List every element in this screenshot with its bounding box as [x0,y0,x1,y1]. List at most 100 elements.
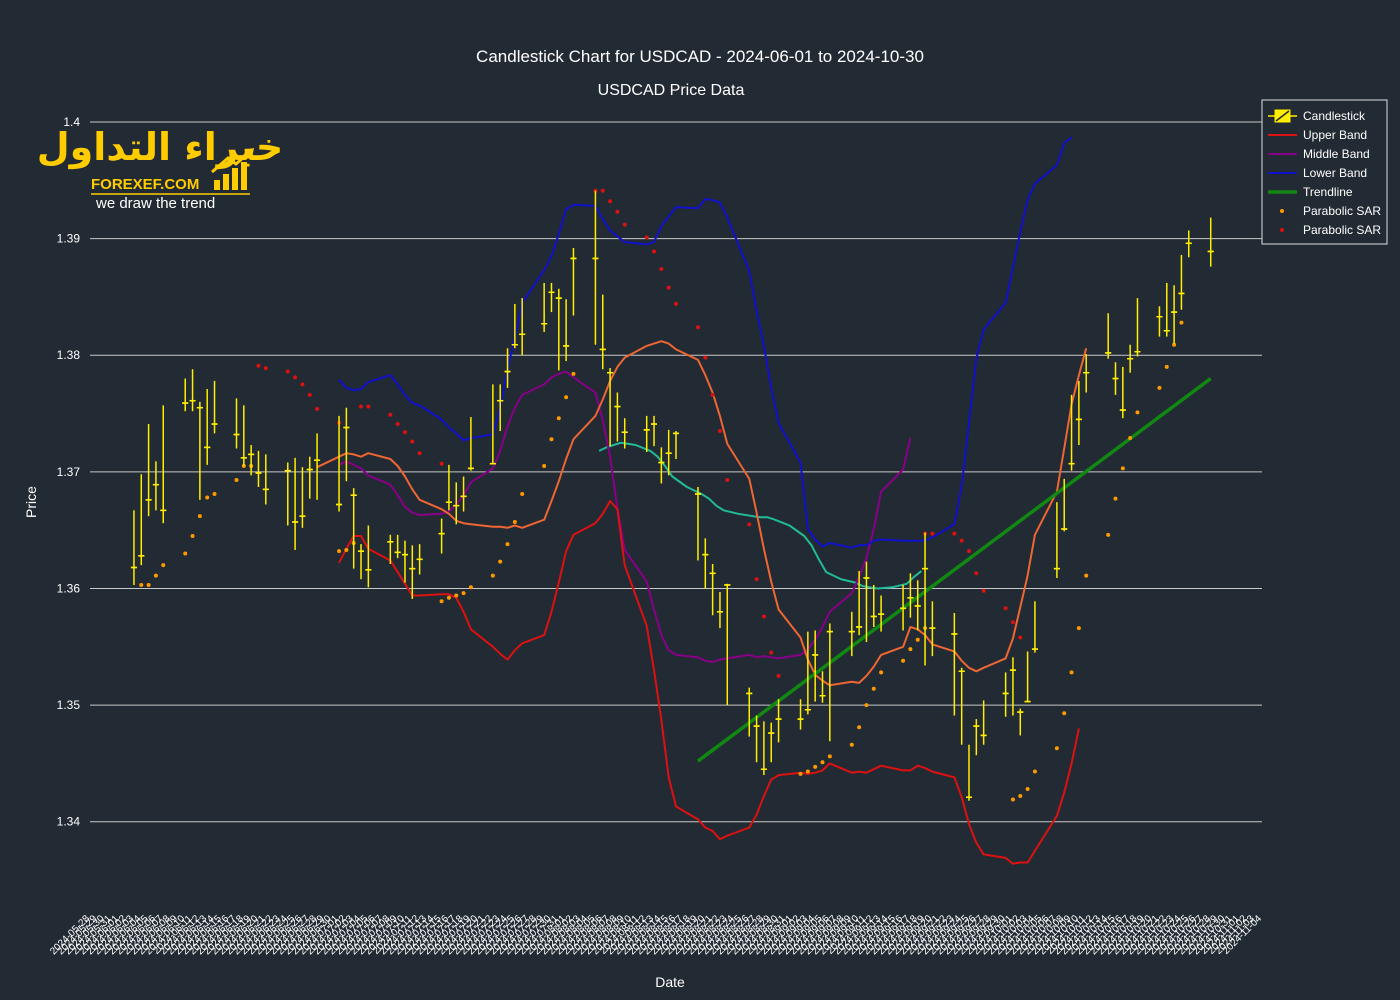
sar-above-dot [600,188,605,193]
sar-below-dot [1128,436,1133,441]
sar-above-dot [981,588,986,593]
candle [255,450,262,488]
y-tick-label: 1.37 [57,465,81,479]
candle [797,699,804,730]
candle [1024,651,1031,703]
sar-above-dot [388,412,393,417]
candle [1134,298,1141,357]
y-tick-label: 1.39 [57,232,81,246]
candle [1083,354,1090,393]
candle [900,584,907,631]
sar-below-dot [1018,794,1023,799]
sar-above-dot [1003,606,1008,611]
sar-below-dot [205,495,210,500]
sar-below-dot [1084,573,1089,578]
candle [702,538,709,589]
candle [1009,657,1016,716]
upper-band-line [338,500,1080,865]
chart-title: Candlestick Chart for USDCAD - 2024-06-0… [476,47,924,66]
candle [1017,708,1024,736]
sar-above-dot [747,522,752,527]
sar-above-dot [695,325,700,330]
sar-below-dot [915,637,920,642]
candle [1112,362,1119,395]
legend-label: Lower Band [1303,166,1367,180]
sar-below-dot [212,492,217,497]
candle [980,700,987,745]
candle [401,540,408,583]
sar-above-dot [703,355,708,360]
sar-below-dot [549,437,554,442]
candle [248,445,255,476]
sar-below-dot [1135,410,1140,415]
candle [958,667,965,745]
sar-above-dot [608,199,613,204]
sar-below-dot [139,582,144,587]
sar-below-dot [571,371,576,376]
sar-below-dot [197,514,202,519]
sar-above-dot [717,429,722,434]
sar-above-legend-swatch [1280,228,1284,232]
sar-above-dot [410,439,415,444]
logo-bar [223,174,229,190]
candle [753,715,760,763]
sar-below-dot [556,416,561,421]
sar-below-dot [161,563,166,568]
candle [563,299,570,362]
y-axis-label: Price [23,486,39,518]
logo-bar [214,180,220,190]
candle [1163,282,1170,337]
candle [182,378,189,412]
sar-below-dot [439,599,444,604]
sar-above-dot [710,392,715,397]
candle [804,631,811,715]
sar-below-dot [798,771,803,776]
candle [519,298,526,356]
candle [570,247,577,316]
candle [951,612,958,716]
sar-below-dot [461,591,466,596]
legend-label: Upper Band [1303,128,1367,142]
sar-layer [139,188,1184,802]
candle [152,461,159,511]
sar-above-dot [659,266,664,271]
logo-slogan-text: we draw the trend [95,195,215,212]
candle [548,282,555,313]
y-tick-label: 1.34 [57,815,81,829]
sar-below-dot [1076,626,1081,631]
candle [643,415,650,453]
sar-above-dot [769,650,774,655]
sar-below-dot [1120,466,1125,471]
sar-below-dot [498,559,503,564]
candle [358,544,365,580]
sar-above-dot [622,222,627,227]
sar-above-dot [417,451,422,456]
ema-orange-line [316,340,1088,687]
legend-label: Trendline [1303,185,1353,199]
candle [343,407,350,482]
sar-above-dot [285,369,290,374]
candle [438,518,445,554]
candle [299,467,306,528]
sar-above-dot [930,531,935,536]
legend-item-candlestick[interactable]: Candlestick [1268,109,1366,123]
sar-above-dot [300,382,305,387]
candle [394,534,401,559]
candle [1119,366,1126,419]
sar-below-dot [564,395,569,400]
candle [929,601,936,657]
middle-band-line [338,370,912,663]
sar-above-dot [666,285,671,290]
logo-bar [232,168,238,190]
sar-above-dot [754,577,759,582]
sar-below-dot [512,519,517,524]
candle [1075,380,1082,446]
candle [694,487,701,561]
sar-above-dot [256,363,261,368]
legend-label: Candlestick [1303,109,1366,123]
candle [145,424,152,517]
sar-below-dot [1179,320,1184,325]
y-tick-label: 1.35 [57,698,81,712]
sar-below-dot [1164,364,1169,369]
legend-label: Parabolic SAR [1303,223,1381,237]
